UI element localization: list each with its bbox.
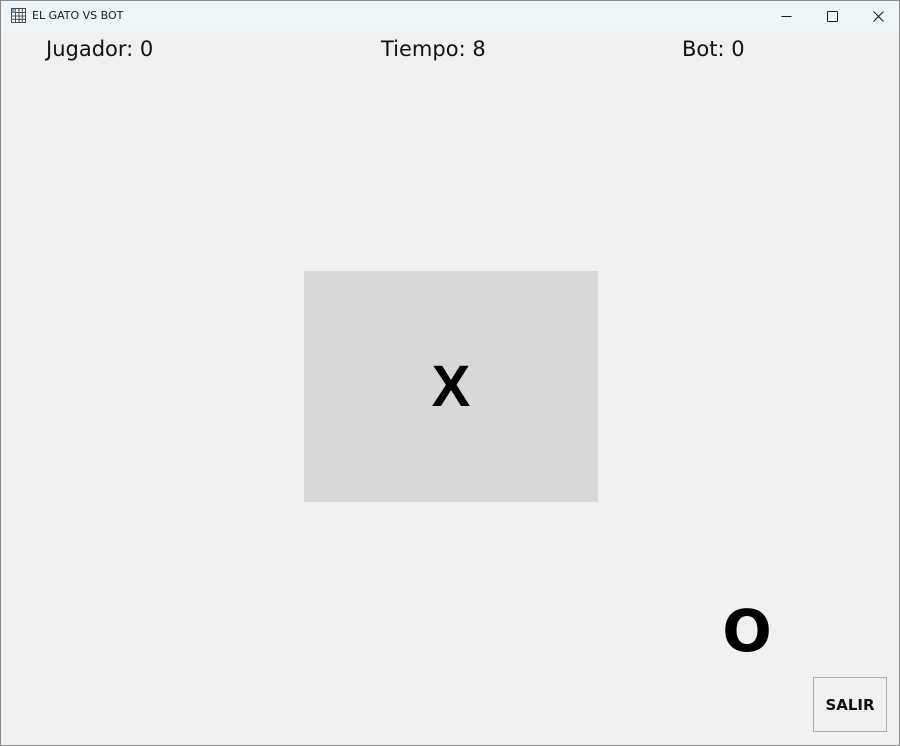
game-area: Jugador: 0 Tiempo: 8 Bot: 0 X O SALIR — [1, 31, 899, 745]
grid-icon — [11, 8, 26, 23]
close-button[interactable] — [855, 1, 899, 31]
cell-mark-x: X — [431, 353, 471, 419]
board-cell[interactable]: X — [304, 271, 598, 502]
title-bar[interactable]: EL GATO VS BOT — [1, 1, 899, 31]
minimize-icon — [781, 15, 791, 17]
bot-score: Bot: 0 — [682, 37, 745, 61]
window-title: EL GATO VS BOT — [32, 9, 124, 22]
timer: Tiempo: 8 — [381, 37, 486, 61]
bot-mark-o: O — [722, 597, 772, 665]
game-window: EL GATO VS BOT Jugador: 0 Tiempo: 8 Bot:… — [0, 0, 900, 746]
player-score: Jugador: 0 — [46, 37, 154, 61]
maximize-button[interactable] — [809, 1, 855, 31]
exit-button[interactable]: SALIR — [813, 677, 887, 732]
maximize-icon — [826, 10, 838, 22]
close-icon — [872, 10, 884, 22]
minimize-button[interactable] — [763, 1, 809, 31]
